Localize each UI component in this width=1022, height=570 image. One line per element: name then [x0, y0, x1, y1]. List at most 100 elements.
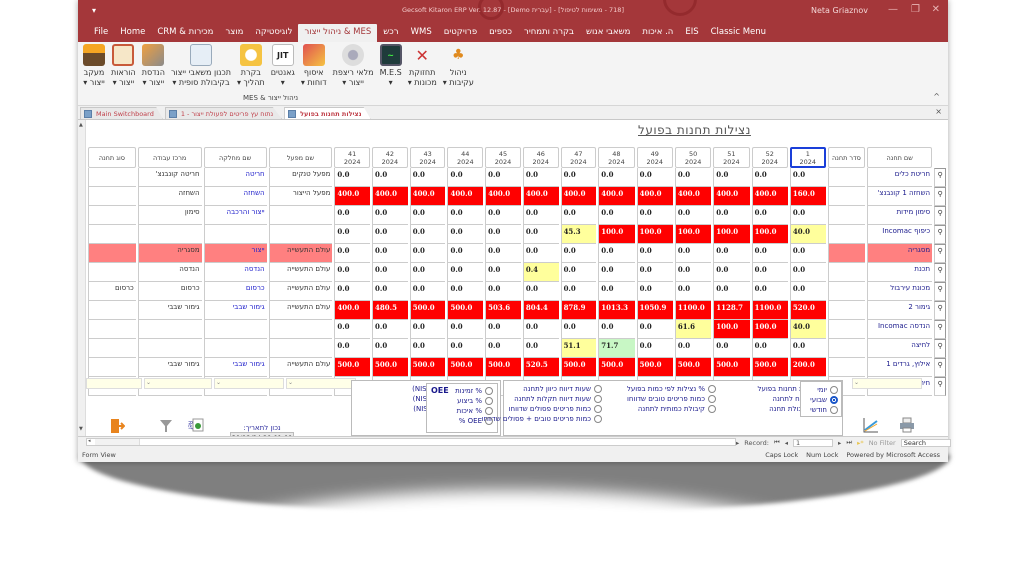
collapse-ribbon-icon[interactable]: ^ — [933, 92, 940, 101]
department-name[interactable]: השחזה — [203, 187, 267, 206]
tab-home[interactable]: Home — [114, 24, 151, 42]
measure-option[interactable]: כמות פריטים טובים + פסולים שדווחו — [482, 414, 602, 424]
measure-option[interactable]: כמות פריטים טובים שדווחו — [606, 394, 716, 404]
tab-crm-sales[interactable]: CRM & מכירות — [151, 24, 219, 42]
tab-production-mes[interactable]: ניהול ייצור & MES — [298, 24, 378, 42]
table-row[interactable]: ⚲ השחזה 1 קונבנצ' 160.0 400.0 400.0 400.0 400.… — [88, 187, 946, 206]
radio-unchecked-icon[interactable] — [485, 387, 493, 395]
radio-unchecked-icon[interactable] — [594, 385, 602, 393]
period-option[interactable]: שבועי — [804, 395, 838, 405]
capacity-planning-button[interactable]: תכנון משאבי ייצור בקיבולת סופית ▾ — [168, 44, 234, 88]
minimize-button[interactable]: — — [888, 4, 898, 15]
vertical-scrollbar[interactable]: ▲ ▼ — [78, 120, 86, 436]
row-search-button[interactable]: ⚲ — [934, 339, 946, 358]
report-collection-button[interactable]: איסוף דוחות ▾ — [298, 44, 330, 88]
station-filter[interactable]: ⌄ — [852, 378, 922, 389]
print-button[interactable] — [898, 416, 916, 434]
production-tracking-button[interactable]: מעקב ייצור ▾ — [80, 44, 108, 88]
station-name[interactable]: הנדסה Incomac — [867, 320, 933, 339]
station-name[interactable]: אילוץ, גרדים 1 — [867, 358, 933, 377]
period-option[interactable]: חודשי — [804, 405, 838, 415]
search-input[interactable]: Search — [900, 438, 951, 447]
traceability-button[interactable]: ♣ ניהול עקיבות ▾ — [440, 44, 477, 88]
row-search-button[interactable]: ⚲ — [934, 377, 946, 396]
row-search-button[interactable]: ⚲ — [934, 206, 946, 225]
radio-unchecked-icon[interactable] — [830, 386, 838, 394]
radio-unchecked-icon[interactable] — [594, 395, 602, 403]
row-search-button[interactable]: ⚲ — [934, 358, 946, 377]
radio-unchecked-icon[interactable] — [708, 385, 716, 393]
last-record-icon[interactable]: ⏭ — [846, 438, 852, 447]
row-search-button[interactable]: ⚲ — [934, 282, 946, 301]
restore-button[interactable]: ❐ — [911, 4, 920, 15]
row-search-button[interactable]: ⚲ — [934, 263, 946, 282]
col-week[interactable]: 49 2024 — [636, 147, 673, 168]
tab-projects[interactable]: פרויקטים — [438, 24, 483, 42]
row-search-button[interactable]: ⚲ — [934, 244, 946, 263]
previous-record-icon[interactable]: ◂ — [785, 439, 788, 447]
process-control-button[interactable]: בקרת תהליך ▾ — [234, 44, 268, 88]
doc-tab-station-utilization[interactable]: נצילות תחנות בפועל — [284, 107, 371, 119]
station-name[interactable]: גימור 2 — [867, 301, 933, 320]
tab-finance[interactable]: כספים — [483, 24, 518, 42]
department-name[interactable]: חריטה — [203, 168, 267, 187]
department-name[interactable] — [203, 225, 267, 244]
col-week[interactable]: 47 2024 — [560, 147, 597, 168]
department-name[interactable] — [203, 320, 267, 339]
table-row[interactable]: ⚲ הנדסה Incomac 40.0 100.0 100.0 61.6 0.0 0.0 0.… — [88, 320, 946, 339]
work-center-filter[interactable]: ⌄ — [144, 378, 212, 389]
station-name[interactable]: השחזה 1 קונבנצ' — [867, 187, 933, 206]
next-record-icon[interactable]: ▸ — [838, 439, 841, 447]
station-type-filter[interactable] — [86, 378, 142, 389]
scroll-down-icon[interactable]: ▼ — [79, 426, 83, 432]
close-form-icon[interactable]: × — [935, 107, 942, 116]
station-name[interactable]: תכנת — [867, 263, 933, 282]
shop-floor-inventory-button[interactable]: מלאי ריצפת ייצור ▾ — [330, 44, 377, 88]
department-name[interactable]: הנדסה — [203, 263, 267, 282]
scroll-left-icon[interactable]: ◂ — [88, 438, 91, 444]
measure-option[interactable]: כמות פריטים פסולים שדווחו — [506, 404, 602, 414]
table-row[interactable]: ⚲ אילוץ, גרדים 1 200.0 500.0 500.0 500.0 500.0… — [88, 358, 946, 377]
tab-purchasing[interactable]: רכש — [377, 24, 404, 42]
radio-unchecked-icon[interactable] — [594, 405, 602, 413]
new-record-icon[interactable]: ▸* — [857, 439, 864, 447]
user-name[interactable]: Neta Griaznov — [811, 6, 868, 15]
period-option[interactable]: יומי — [804, 385, 838, 395]
col-work-center[interactable]: מרכז עבודה — [137, 147, 202, 168]
mes-button[interactable]: ~ M.E.S ▾ — [377, 44, 405, 88]
table-row[interactable]: ⚲ מסגריה 0.0 0.0 0.0 0.0 0.0 0.0 0.0 0.0 0.0 0.0 0.0… — [88, 244, 946, 263]
department-name[interactable] — [203, 339, 267, 358]
department-filter[interactable]: ⌄ — [214, 378, 284, 389]
table-row[interactable]: ⚲ מכונת עירבול 0.0 0.0 0.0 0.0 0.0 0.0 0.0 0.0 0.0… — [88, 282, 946, 301]
table-row[interactable]: ⚲ כיפוף Incomac 40.0 100.0 100.0 100.0 100.0 10… — [88, 225, 946, 244]
table-row[interactable]: ⚲ גימור 2 520.0 1100.0 1128.7 1100.0 1050.9 101… — [88, 301, 946, 320]
tab-logistics[interactable]: לוגיסטיקה — [249, 24, 298, 42]
col-week[interactable]: 45 2024 — [485, 147, 521, 168]
col-week[interactable]: 48 2024 — [598, 147, 635, 168]
machine-maintenance-button[interactable]: ✕ תחזוקת מכונות ▾ — [405, 44, 440, 88]
gantt-button[interactable]: JIT גאנטים ▾ — [268, 44, 298, 88]
station-name[interactable]: חריטת כלים — [867, 168, 933, 187]
production-engineering-button[interactable]: הנדסת ייצור ▾ — [139, 44, 168, 88]
chevron-down-icon[interactable]: ⌄ — [854, 379, 859, 386]
record-number-input[interactable]: 1 — [793, 438, 834, 447]
radio-unchecked-icon[interactable] — [485, 397, 493, 405]
col-week[interactable]: 43 2024 — [409, 147, 446, 168]
chevron-down-icon[interactable]: ⌄ — [288, 379, 293, 386]
tab-classic-menu[interactable]: Classic Menu — [705, 24, 772, 42]
station-name[interactable]: סימון מידות — [867, 206, 933, 225]
scroll-thumb[interactable] — [95, 439, 140, 445]
first-record-icon[interactable]: ⏮ — [774, 438, 780, 447]
station-name[interactable]: לחיצה — [867, 339, 933, 358]
tab-quality[interactable]: ה. איכות — [636, 24, 679, 42]
scroll-right-icon[interactable]: ▸ — [736, 439, 739, 447]
measure-option[interactable]: שעות דיווח תקלות לתחנה — [506, 394, 602, 404]
chevron-down-icon[interactable]: ⌄ — [146, 379, 151, 386]
tab-control-costing[interactable]: בקרה ותמחיר — [518, 24, 580, 42]
radio-unchecked-icon[interactable] — [594, 415, 602, 423]
col-week[interactable]: 52 2024 — [751, 147, 788, 168]
department-name[interactable]: כרסום — [203, 282, 267, 301]
tab-wms[interactable]: WMS — [405, 24, 438, 42]
station-name[interactable]: מסגריה — [867, 244, 933, 263]
row-search-button[interactable]: ⚲ — [934, 168, 946, 187]
